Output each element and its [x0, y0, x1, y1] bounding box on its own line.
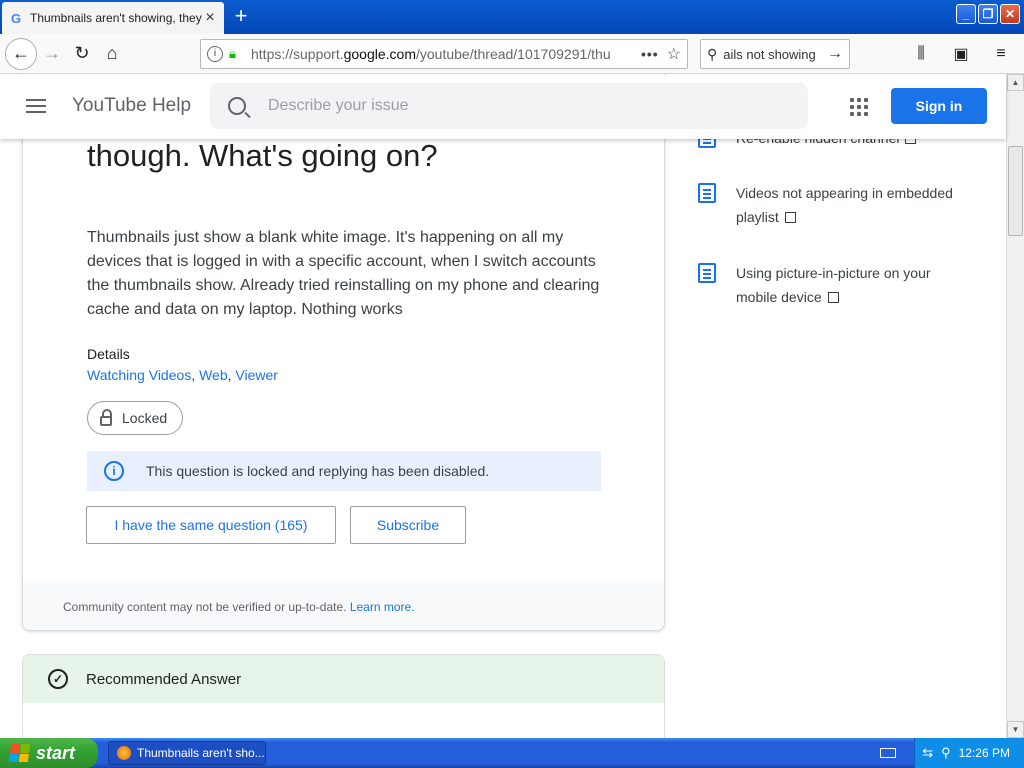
- taskbar: start Thumbnails aren't sho... ⇆ ⚲ 12:26…: [0, 738, 1024, 768]
- help-search-input[interactable]: [268, 97, 768, 115]
- taskbar-window-button[interactable]: Thumbnails aren't sho...: [108, 741, 266, 765]
- home-button[interactable]: ⌂: [97, 39, 127, 69]
- toolbar-right: ⫼ ▣ ≡: [906, 39, 1016, 69]
- vertical-scrollbar[interactable]: ▲ ▼: [1006, 74, 1024, 738]
- related-link-label: Videos not appearing in embedded playlis…: [736, 185, 953, 225]
- firefox-icon: [117, 746, 131, 760]
- minimize-button[interactable]: _: [956, 4, 976, 24]
- related-link-1[interactable]: Videos not appearing in embedded playlis…: [698, 181, 956, 229]
- browser-tab[interactable]: G Thumbnails aren't showing, they're ×: [2, 2, 224, 34]
- scrollbar-thumb[interactable]: [1008, 146, 1023, 236]
- help-header: YouTube Help Sign in: [0, 75, 1006, 139]
- disclaimer-text: Community content may not be verified or…: [63, 600, 347, 614]
- check-circle-icon: ✓: [48, 669, 68, 689]
- details-link-viewer[interactable]: Viewer: [235, 367, 278, 383]
- recommended-answer-card: ✓ Recommended Answer: [22, 654, 665, 738]
- sidebar-toggle-icon[interactable]: ▣: [946, 39, 976, 69]
- help-center-brand[interactable]: YouTube Help: [72, 95, 191, 117]
- system-tray: ⇆ ⚲ 12:26 PM: [914, 738, 1024, 768]
- locked-chip: Locked: [87, 401, 183, 435]
- info-icon: i: [104, 461, 124, 481]
- url-bar[interactable]: i 🔒︎ https://support.google.com/youtube/…: [200, 39, 688, 69]
- question-card: though. What's going on? Thumbnails just…: [22, 74, 665, 631]
- search-tray-icon[interactable]: ⚲: [941, 745, 951, 761]
- locked-notice-text: This question is locked and replying has…: [146, 463, 490, 479]
- recommended-answer-header: ✓ Recommended Answer: [23, 655, 664, 703]
- bookmark-star-icon[interactable]: ☆: [667, 44, 681, 64]
- details-heading: Details: [87, 346, 130, 362]
- library-icon[interactable]: ⫼: [906, 39, 936, 69]
- network-icon[interactable]: ⇆: [922, 745, 933, 761]
- details-links: Watching Videos, Web, Viewer: [87, 367, 278, 383]
- close-window-button[interactable]: ✕: [1000, 4, 1020, 24]
- google-favicon-icon: G: [10, 10, 22, 26]
- reload-button[interactable]: ↻: [67, 39, 97, 69]
- article-icon: [698, 183, 716, 203]
- scroll-up-arrow-icon[interactable]: ▲: [1007, 74, 1024, 91]
- related-link-2[interactable]: Using picture-in-picture on your mobile …: [698, 261, 956, 309]
- restore-button[interactable]: ❐: [978, 4, 998, 24]
- tab-title: Thumbnails aren't showing, they're: [30, 11, 202, 25]
- details-link-web[interactable]: Web: [199, 367, 228, 383]
- recommended-answer-heading: Recommended Answer: [86, 670, 242, 688]
- taskbar-window-title: Thumbnails aren't sho...: [137, 746, 265, 760]
- learn-more-link[interactable]: Learn more.: [350, 600, 415, 614]
- same-question-button[interactable]: I have the same question (165): [86, 506, 336, 544]
- padlock-icon[interactable]: 🔒︎: [229, 46, 243, 62]
- clock[interactable]: 12:26 PM: [959, 746, 1010, 760]
- browser-search-bar[interactable]: ⚲ ails not showing →: [700, 39, 850, 69]
- locked-label: Locked: [122, 410, 168, 426]
- start-button[interactable]: start: [0, 738, 98, 768]
- windows-flag-icon: [8, 744, 32, 762]
- details-link-watching-videos[interactable]: Watching Videos: [87, 367, 191, 383]
- site-info-icon[interactable]: i: [207, 46, 223, 62]
- page-actions-icon[interactable]: •••: [641, 46, 659, 62]
- scroll-down-arrow-icon[interactable]: ▼: [1007, 721, 1024, 738]
- search-go-arrow-icon[interactable]: →: [827, 45, 843, 63]
- keyboard-icon[interactable]: [880, 748, 896, 758]
- article-icon: [698, 263, 716, 283]
- lock-icon: [100, 408, 112, 426]
- page-content: though. What's going on? Thumbnails just…: [0, 74, 1006, 738]
- external-link-icon: [784, 212, 796, 223]
- tab-close-icon[interactable]: ×: [202, 9, 218, 27]
- question-title: though. What's going on?: [87, 138, 438, 173]
- new-tab-button[interactable]: +: [228, 4, 254, 30]
- start-label: start: [36, 742, 76, 763]
- forward-button[interactable]: →: [37, 39, 67, 69]
- community-disclaimer: Community content may not be verified or…: [23, 583, 664, 630]
- help-search-box[interactable]: [210, 83, 808, 129]
- menu-icon[interactable]: ≡: [986, 39, 1016, 69]
- locked-notice: i This question is locked and replying h…: [87, 451, 601, 491]
- subscribe-button[interactable]: Subscribe: [350, 506, 466, 544]
- window-controls: _ ❐ ✕: [956, 4, 1020, 24]
- sign-in-button[interactable]: Sign in: [891, 88, 987, 124]
- external-link-icon: [827, 292, 839, 303]
- url-text[interactable]: https://support.google.com/youtube/threa…: [251, 46, 633, 62]
- back-button[interactable]: ←: [5, 37, 37, 70]
- browser-navbar: ← → ↻ ⌂ i 🔒︎ https://support.google.com/…: [0, 34, 1024, 74]
- browser-search-text[interactable]: ails not showing: [723, 47, 827, 62]
- hamburger-menu-icon[interactable]: [26, 99, 46, 117]
- browser-titlebar: G Thumbnails aren't showing, they're × +…: [0, 0, 1024, 34]
- search-icon: ⚲: [707, 45, 718, 62]
- search-icon: [228, 97, 246, 115]
- question-body: Thumbnails just show a blank white image…: [87, 229, 600, 318]
- google-apps-icon[interactable]: [850, 98, 868, 116]
